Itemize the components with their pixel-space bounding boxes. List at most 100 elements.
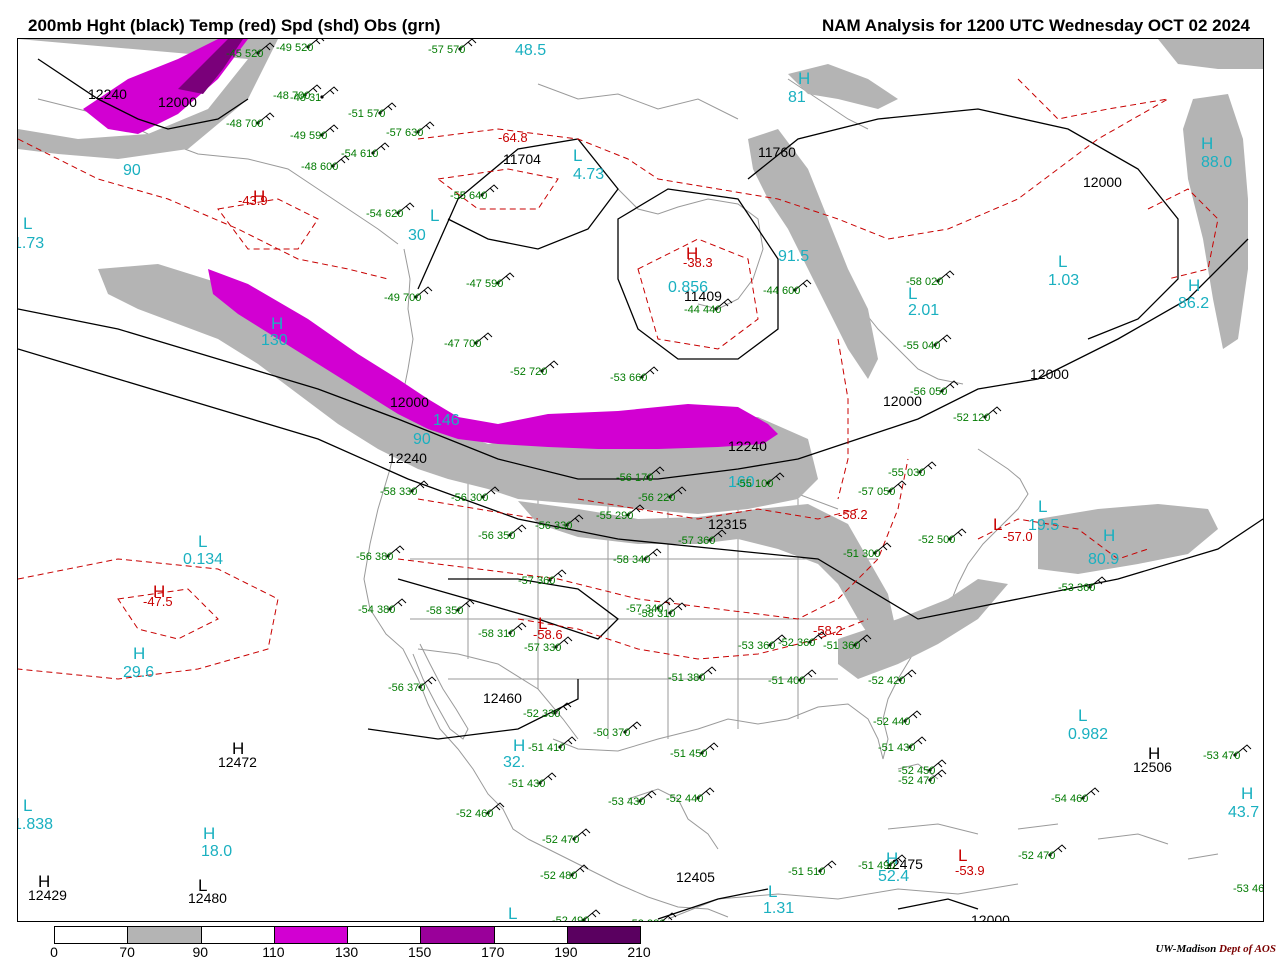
speed-label: 29.6	[123, 664, 154, 681]
obs-label: -56 300	[451, 492, 488, 504]
obs-station: -53 430	[608, 790, 657, 808]
obs-label: -52 440	[666, 793, 703, 805]
speed-label: 19.5	[1028, 517, 1059, 534]
obs-label: -55 640	[450, 190, 487, 202]
obs-label: -58 310	[478, 628, 515, 640]
colorbar-tick-label: 210	[627, 944, 651, 960]
speed-label: 1.73	[18, 235, 44, 252]
speed-label: 18.0	[201, 843, 232, 860]
height-label: 12000	[1083, 174, 1122, 190]
speed-colorbar	[54, 926, 641, 944]
obs-station: -55 640	[450, 184, 499, 202]
height-label: 12405	[676, 869, 715, 885]
high-marker: H	[153, 582, 165, 601]
obs-label: -51 400	[768, 675, 805, 687]
high-marker: H	[232, 739, 244, 758]
colorbar-tick-label: 70	[119, 944, 135, 960]
low-marker: L	[198, 876, 207, 895]
obs-label: -51 430	[508, 778, 545, 790]
obs-label: -52 480	[540, 870, 577, 882]
obs-label: -51 410	[528, 742, 565, 754]
map-canvas: 12240 1200011704 1176012000114091200012000…	[18, 39, 1263, 921]
obs-label: -53 470	[1203, 750, 1240, 762]
speed-label: 0.982	[1068, 726, 1108, 743]
high-marker: H	[513, 736, 525, 755]
obs-label: -51 510	[788, 866, 825, 878]
obs-station: -51 510	[788, 860, 837, 878]
obs-label: -51 570	[348, 108, 385, 120]
height-label: 12000	[971, 912, 1010, 921]
obs-station: -57 050	[858, 480, 907, 498]
obs-label: -56 330	[535, 520, 572, 532]
height-label: 11760	[758, 144, 796, 160]
height-label: 12240	[728, 438, 767, 454]
chart-title-right: NAM Analysis for 1200 UTC Wednesday OCT …	[822, 16, 1250, 35]
low-marker: L	[768, 882, 777, 901]
obs-label: -56 350	[478, 530, 515, 542]
speed-label: 88.0	[1201, 154, 1232, 171]
obs-label: -53 460	[1233, 883, 1263, 895]
height-label: 12000	[390, 394, 429, 410]
speed-label: 48.5	[515, 42, 546, 59]
low-marker: L	[993, 515, 1002, 534]
obs-station: -52 330	[523, 702, 572, 720]
obs-label: -51 380	[668, 672, 705, 684]
colorbar-tick-label: 150	[407, 944, 432, 960]
jet-gray-labrador	[748, 129, 878, 379]
obs-station: -55 030	[888, 461, 937, 479]
obs-label: -55 100	[736, 478, 773, 490]
obs-label: -51 490	[858, 860, 895, 872]
obs-station: -52 470	[542, 828, 591, 846]
obs-station: -52 440	[873, 710, 922, 728]
high-marker: H	[203, 824, 215, 843]
weather-map[interactable]: 12240 12000 11704 11760 12000 11409 12000 12000…	[17, 38, 1264, 922]
obs-station: -54 620	[366, 202, 415, 220]
obs-label: -57 360	[518, 575, 555, 587]
obs-station: -44 600	[763, 279, 812, 297]
colorbar-segment	[201, 927, 275, 943]
obs-station: -56 350	[478, 524, 527, 542]
obs-label: -52 120	[953, 412, 990, 424]
high-marker: H	[686, 244, 698, 263]
obs-station: -49 590	[290, 124, 339, 142]
height-label: 12240	[88, 86, 127, 102]
obs-label: -57 570	[428, 44, 465, 56]
obs-label: -52 420	[868, 675, 905, 687]
colorbar-segment	[567, 927, 640, 943]
colorbar-segment	[421, 927, 495, 943]
high-marker: H	[1241, 784, 1253, 803]
obs-station: -58 330	[380, 480, 429, 498]
height-label: 12480	[188, 890, 227, 906]
credit-org: UW-Madison	[1155, 943, 1217, 955]
obs-label: -58 340	[613, 554, 650, 566]
obs-station: -52 490	[552, 909, 601, 921]
speed-label: 0.134	[183, 551, 223, 568]
obs-station: -58 350	[426, 599, 475, 617]
obs-label: -51 430	[878, 742, 915, 754]
obs-label: -47 700	[444, 338, 481, 350]
obs-station: -48 700	[226, 112, 275, 130]
obs-station: -56 050	[910, 380, 959, 398]
chart-title-left: 200mb Hght (black) Temp (red) Spd (shd) …	[28, 16, 441, 35]
obs-station: -51 430	[878, 736, 927, 754]
height-label: 11704	[503, 151, 541, 167]
obs-station: -53 470	[1203, 744, 1252, 762]
speed-label: 4.73	[573, 166, 604, 183]
obs-label: -56 050	[910, 386, 947, 398]
high-marker: H	[798, 69, 810, 88]
obs-station: -55 040	[903, 334, 952, 352]
obs-station: -54 460	[1051, 787, 1100, 805]
low-marker: L	[198, 532, 207, 551]
high-marker: H	[1148, 744, 1160, 763]
obs-station: -52 120	[953, 406, 1002, 424]
obs-station: -51 430	[508, 772, 557, 790]
speed-label: 32.	[503, 754, 525, 771]
obs-station: -50 370	[593, 721, 642, 739]
obs-label: -52 470	[542, 834, 579, 846]
obs-label: -52 720	[510, 366, 547, 378]
obs-label: -56 170	[616, 472, 653, 484]
obs-station: -58 020	[906, 270, 955, 288]
height-label: 12000	[1030, 366, 1069, 382]
obs-station: -48 600	[301, 155, 350, 173]
speed-label: 0.856	[668, 279, 708, 296]
